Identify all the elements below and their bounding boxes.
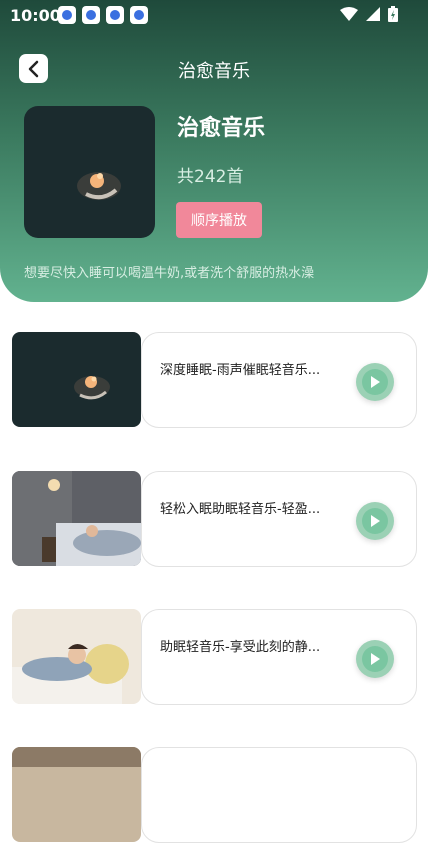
- page-title: 治愈音乐: [178, 61, 250, 82]
- play-button[interactable]: [356, 363, 394, 401]
- track-title: 轻松入眠助眠轻音乐-轻盈...: [160, 502, 321, 517]
- baidu-icon: [130, 6, 148, 24]
- play-button[interactable]: [356, 640, 394, 678]
- play-icon: [371, 653, 380, 665]
- track-card[interactable]: 深度睡眠-雨声催眠轻音乐...: [141, 332, 417, 428]
- battery-icon: [388, 6, 398, 22]
- status-time: 10:00: [10, 6, 61, 25]
- album-header: 10:00 治愈音乐 治愈音乐 共242首 顺序播放 想要尽快入睡可以喝温牛奶,…: [0, 0, 428, 302]
- baidu-icon: [82, 6, 100, 24]
- baidu-icon: [58, 6, 76, 24]
- track-thumbnail: [12, 332, 141, 427]
- track-title: 深度睡眠-雨声催眠轻音乐...: [160, 363, 321, 378]
- album-description: 想要尽快入睡可以喝温牛奶,或者洗个舒服的热水澡: [24, 266, 315, 281]
- play-icon: [371, 376, 380, 388]
- album-cover-image: [24, 106, 155, 238]
- track-item[interactable]: 助眠轻音乐-享受此刻的静...: [12, 609, 417, 705]
- status-indicators: [340, 6, 398, 22]
- sequential-play-button[interactable]: 顺序播放: [176, 202, 262, 238]
- play-button[interactable]: [356, 502, 394, 540]
- signal-icon: [366, 7, 380, 21]
- track-card[interactable]: 轻松入眠助眠轻音乐-轻盈...: [141, 471, 417, 567]
- track-title: 助眠轻音乐-享受此刻的静...: [160, 640, 321, 655]
- track-item-partial[interactable]: [12, 747, 417, 843]
- track-item[interactable]: 深度睡眠-雨声催眠轻音乐...: [12, 332, 417, 428]
- track-thumbnail: [12, 747, 141, 842]
- play-icon: [371, 515, 380, 527]
- track-thumbnail: [12, 609, 141, 704]
- track-item[interactable]: 轻松入眠助眠轻音乐-轻盈...: [12, 471, 417, 567]
- track-card[interactable]: [141, 747, 417, 843]
- album-track-count: 共242首: [177, 167, 244, 187]
- baidu-icon: [106, 6, 124, 24]
- status-app-icons: [58, 6, 148, 24]
- wifi-icon: [340, 7, 358, 21]
- track-card[interactable]: 助眠轻音乐-享受此刻的静...: [141, 609, 417, 705]
- album-title: 治愈音乐: [177, 116, 266, 141]
- status-bar: 10:00: [0, 0, 428, 30]
- track-thumbnail: [12, 471, 141, 566]
